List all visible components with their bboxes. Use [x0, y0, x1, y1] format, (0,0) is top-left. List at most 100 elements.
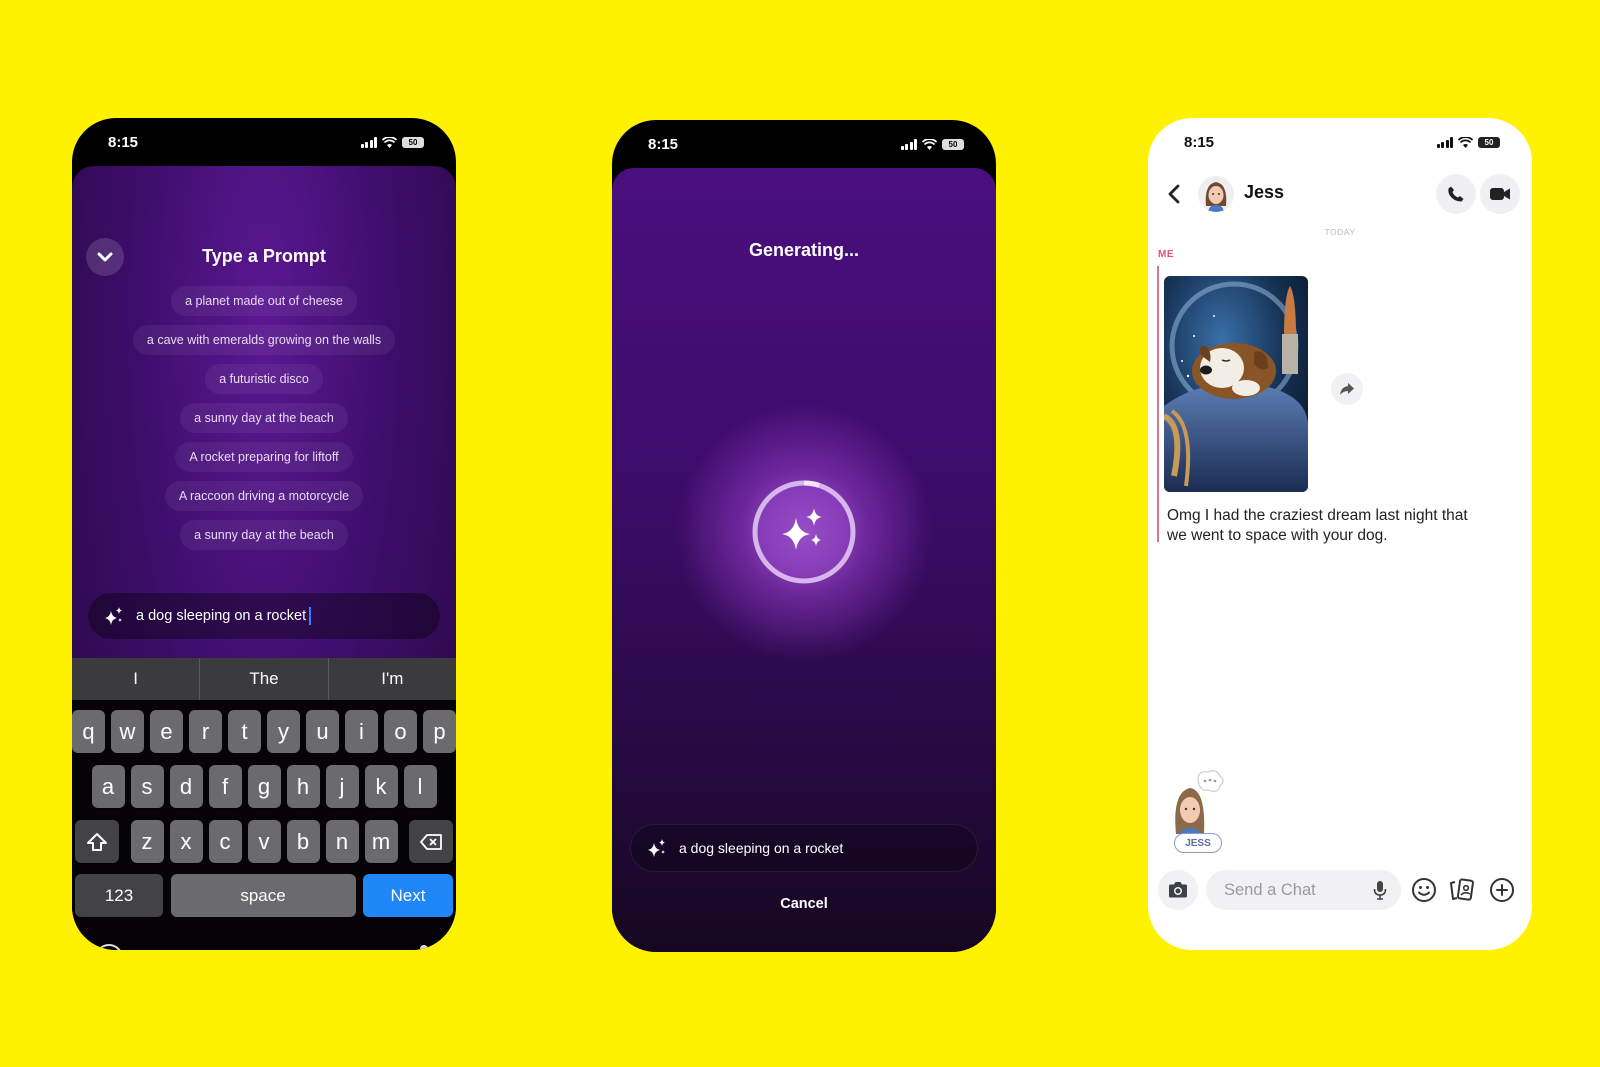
bitmoji-avatar-icon	[1205, 182, 1227, 212]
signal-icon	[360, 136, 377, 148]
phone-prompt-screen: 8:15 50 Type a Prompt a planet made out …	[72, 118, 456, 950]
battery-icon: 50	[1478, 136, 1500, 148]
chat-header: Jess	[1148, 170, 1532, 218]
key-p[interactable]: p	[423, 710, 456, 753]
signal-icon	[1436, 136, 1453, 148]
key-t[interactable]: t	[228, 710, 261, 753]
prompt-panel: Type a Prompt a planet made out of chees…	[72, 166, 456, 950]
key-v[interactable]: v	[247, 820, 281, 863]
key-l[interactable]: l	[403, 765, 437, 808]
bitmoji-button[interactable]	[1410, 876, 1438, 904]
wifi-icon	[922, 138, 937, 150]
key-a[interactable]: a	[91, 765, 125, 808]
key-g[interactable]: g	[247, 765, 281, 808]
video-camera-icon	[1490, 188, 1510, 200]
prediction-item[interactable]: I'm	[329, 658, 456, 700]
key-z[interactable]: z	[130, 820, 164, 863]
suggestion-chip[interactable]: a sunny day at the beach	[180, 520, 348, 550]
numbers-key[interactable]: 123	[75, 874, 163, 917]
status-bar: 8:15 50	[612, 120, 996, 168]
key-c[interactable]: c	[208, 820, 242, 863]
contact-avatar[interactable]	[1198, 176, 1234, 212]
microphone-icon[interactable]	[1373, 880, 1387, 900]
forward-arrow-icon	[1340, 383, 1354, 395]
status-bar: 8:15 50	[72, 118, 456, 166]
backspace-icon	[420, 833, 442, 850]
keyboard-row-2: asdfghjkl	[72, 765, 456, 808]
chat-message-input[interactable]: Send a Chat	[1206, 870, 1401, 910]
stickers-button[interactable]	[1448, 876, 1476, 904]
key-d[interactable]: d	[169, 765, 203, 808]
shift-icon	[87, 832, 107, 851]
next-key[interactable]: Next	[363, 874, 453, 917]
prompt-suggestions: a planet made out of cheese a cave with …	[72, 286, 456, 550]
key-o[interactable]: o	[384, 710, 417, 753]
share-button[interactable]	[1331, 373, 1363, 405]
suggestion-chip[interactable]: A rocket preparing for liftoff	[175, 442, 353, 472]
key-h[interactable]: h	[286, 765, 320, 808]
key-n[interactable]: n	[325, 820, 359, 863]
key-e[interactable]: e	[150, 710, 183, 753]
prediction-item[interactable]: I	[72, 658, 201, 700]
key-x[interactable]: x	[169, 820, 203, 863]
prediction-item[interactable]: The	[200, 658, 329, 700]
cards-icon	[1450, 878, 1474, 901]
keyboard-row-3: zxcvbnm	[72, 820, 456, 863]
suggestion-chip[interactable]: a cave with emeralds growing on the wall…	[132, 325, 396, 355]
key-u[interactable]: u	[306, 710, 339, 753]
keyboard-row-4: 123 space Next	[72, 874, 456, 917]
space-key[interactable]: space	[170, 874, 356, 917]
back-button[interactable]	[1162, 182, 1186, 206]
suggestion-chip[interactable]: a planet made out of cheese	[171, 286, 357, 316]
sparkle-icon	[104, 606, 124, 626]
key-r[interactable]: r	[189, 710, 222, 753]
key-y[interactable]: y	[267, 710, 300, 753]
suggestion-chip[interactable]: A raccoon driving a motorcycle	[164, 481, 364, 511]
key-w[interactable]: w	[111, 710, 144, 753]
status-bar: 8:15 50	[1148, 118, 1532, 166]
key-m[interactable]: m	[364, 820, 398, 863]
page-title: Type a Prompt	[202, 246, 326, 266]
key-s[interactable]: s	[130, 765, 164, 808]
status-time: 8:15	[648, 135, 679, 153]
sender-label: ME	[1158, 249, 1174, 260]
typing-name-badge: JESS	[1174, 833, 1222, 853]
chat-input-placeholder: Send a Chat	[1224, 880, 1316, 899]
status-time: 8:15	[108, 133, 139, 151]
chevron-left-icon	[1168, 184, 1180, 204]
generating-prompt-display: a dog sleeping on a rocket	[630, 824, 978, 872]
backspace-key[interactable]	[409, 820, 453, 863]
cancel-button[interactable]: Cancel	[612, 896, 996, 912]
generating-panel: Generating... a dog sleeping on a rocket…	[612, 168, 996, 952]
key-i[interactable]: i	[345, 710, 378, 753]
plus-circle-icon	[1490, 878, 1514, 902]
more-options-button[interactable]	[1488, 876, 1516, 904]
key-b[interactable]: b	[286, 820, 320, 863]
suggestion-chip[interactable]: a sunny day at the beach	[180, 403, 348, 433]
key-f[interactable]: f	[208, 765, 242, 808]
keyboard: I The I'm qwertyuiop asdfghjkl zxcvbnm 1…	[72, 658, 456, 950]
camera-button[interactable]	[1158, 870, 1198, 910]
sparkle-icon	[647, 838, 667, 858]
video-call-button[interactable]	[1480, 174, 1520, 214]
message-thread-bar	[1157, 266, 1159, 542]
key-j[interactable]: j	[325, 765, 359, 808]
shift-key[interactable]	[75, 820, 119, 863]
suggestion-chip[interactable]: a futuristic disco	[205, 364, 323, 394]
phone-chat-screen: 8:15 50 Jess TODAY ME Omg I had the craz…	[1148, 118, 1532, 950]
key-q[interactable]: q	[72, 710, 105, 753]
emoji-keyboard-icon[interactable]	[94, 943, 124, 950]
keyboard-row-1: qwertyuiop	[72, 710, 456, 753]
dictation-mic-icon[interactable]	[414, 943, 434, 950]
camera-icon	[1169, 882, 1187, 898]
voice-call-button[interactable]	[1436, 174, 1476, 214]
progress-spinner	[752, 480, 856, 584]
wifi-icon	[1458, 136, 1473, 148]
date-divider: TODAY	[1324, 227, 1356, 237]
prompt-input[interactable]: a dog sleeping on a rocket	[88, 593, 440, 639]
text-caret	[309, 607, 312, 625]
key-k[interactable]: k	[364, 765, 398, 808]
chat-input-bar: Send a Chat	[1148, 868, 1532, 912]
battery-icon: 50	[402, 136, 424, 148]
generated-image[interactable]	[1164, 276, 1308, 492]
